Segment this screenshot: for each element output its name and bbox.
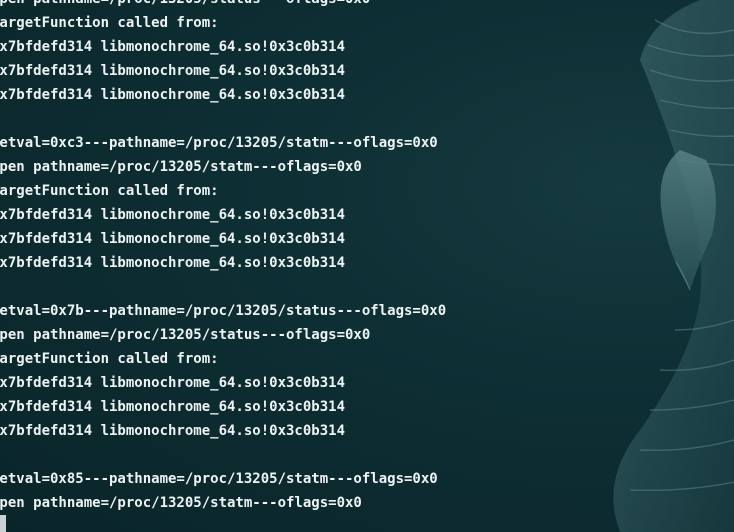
terminal-line: 0x7bfdefd314 libmonochrome_64.so!0x3c0b3…	[0, 255, 346, 271]
terminal-line: targetFunction called from:	[0, 15, 219, 31]
terminal-line: retval=0xc3---pathname=/proc/13205/statm…	[0, 135, 438, 151]
terminal-line: open pathname=/proc/13205/statm---oflags…	[0, 495, 362, 511]
terminal-line: 0x7bfdefd314 libmonochrome_64.so!0x3c0b3…	[0, 87, 346, 103]
terminal-line: 0x7bfdefd314 libmonochrome_64.so!0x3c0b3…	[0, 39, 346, 55]
terminal-line: retval=0x7b---pathname=/proc/13205/statu…	[0, 303, 447, 319]
terminal-window[interactable]: open pathname=/proc/13205/status---oflag…	[0, 0, 734, 532]
terminal-line: targetFunction called from:	[0, 351, 219, 367]
terminal-line: 0x7bfdefd314 libmonochrome_64.so!0x3c0b3…	[0, 423, 346, 439]
terminal-line: open pathname=/proc/13205/statm---oflags…	[0, 159, 362, 175]
text-cursor	[0, 515, 6, 532]
terminal-line: 0x7bfdefd314 libmonochrome_64.so!0x3c0b3…	[0, 399, 346, 415]
terminal-line: 0x7bfdefd314 libmonochrome_64.so!0x3c0b3…	[0, 63, 346, 79]
terminal-line: 0x7bfdefd314 libmonochrome_64.so!0x3c0b3…	[0, 231, 346, 247]
terminal-line: open pathname=/proc/13205/status---oflag…	[0, 327, 371, 343]
terminal-line: open pathname=/proc/13205/status---oflag…	[0, 0, 446, 11]
terminal-output: open pathname=/proc/13205/status---oflag…	[0, 0, 446, 515]
terminal-line: 0x7bfdefd314 libmonochrome_64.so!0x3c0b3…	[0, 375, 346, 391]
terminal-line: 0x7bfdefd314 libmonochrome_64.so!0x3c0b3…	[0, 207, 346, 223]
terminal-line: retval=0x85---pathname=/proc/13205/statm…	[0, 471, 438, 487]
terminal-line: targetFunction called from:	[0, 183, 219, 199]
